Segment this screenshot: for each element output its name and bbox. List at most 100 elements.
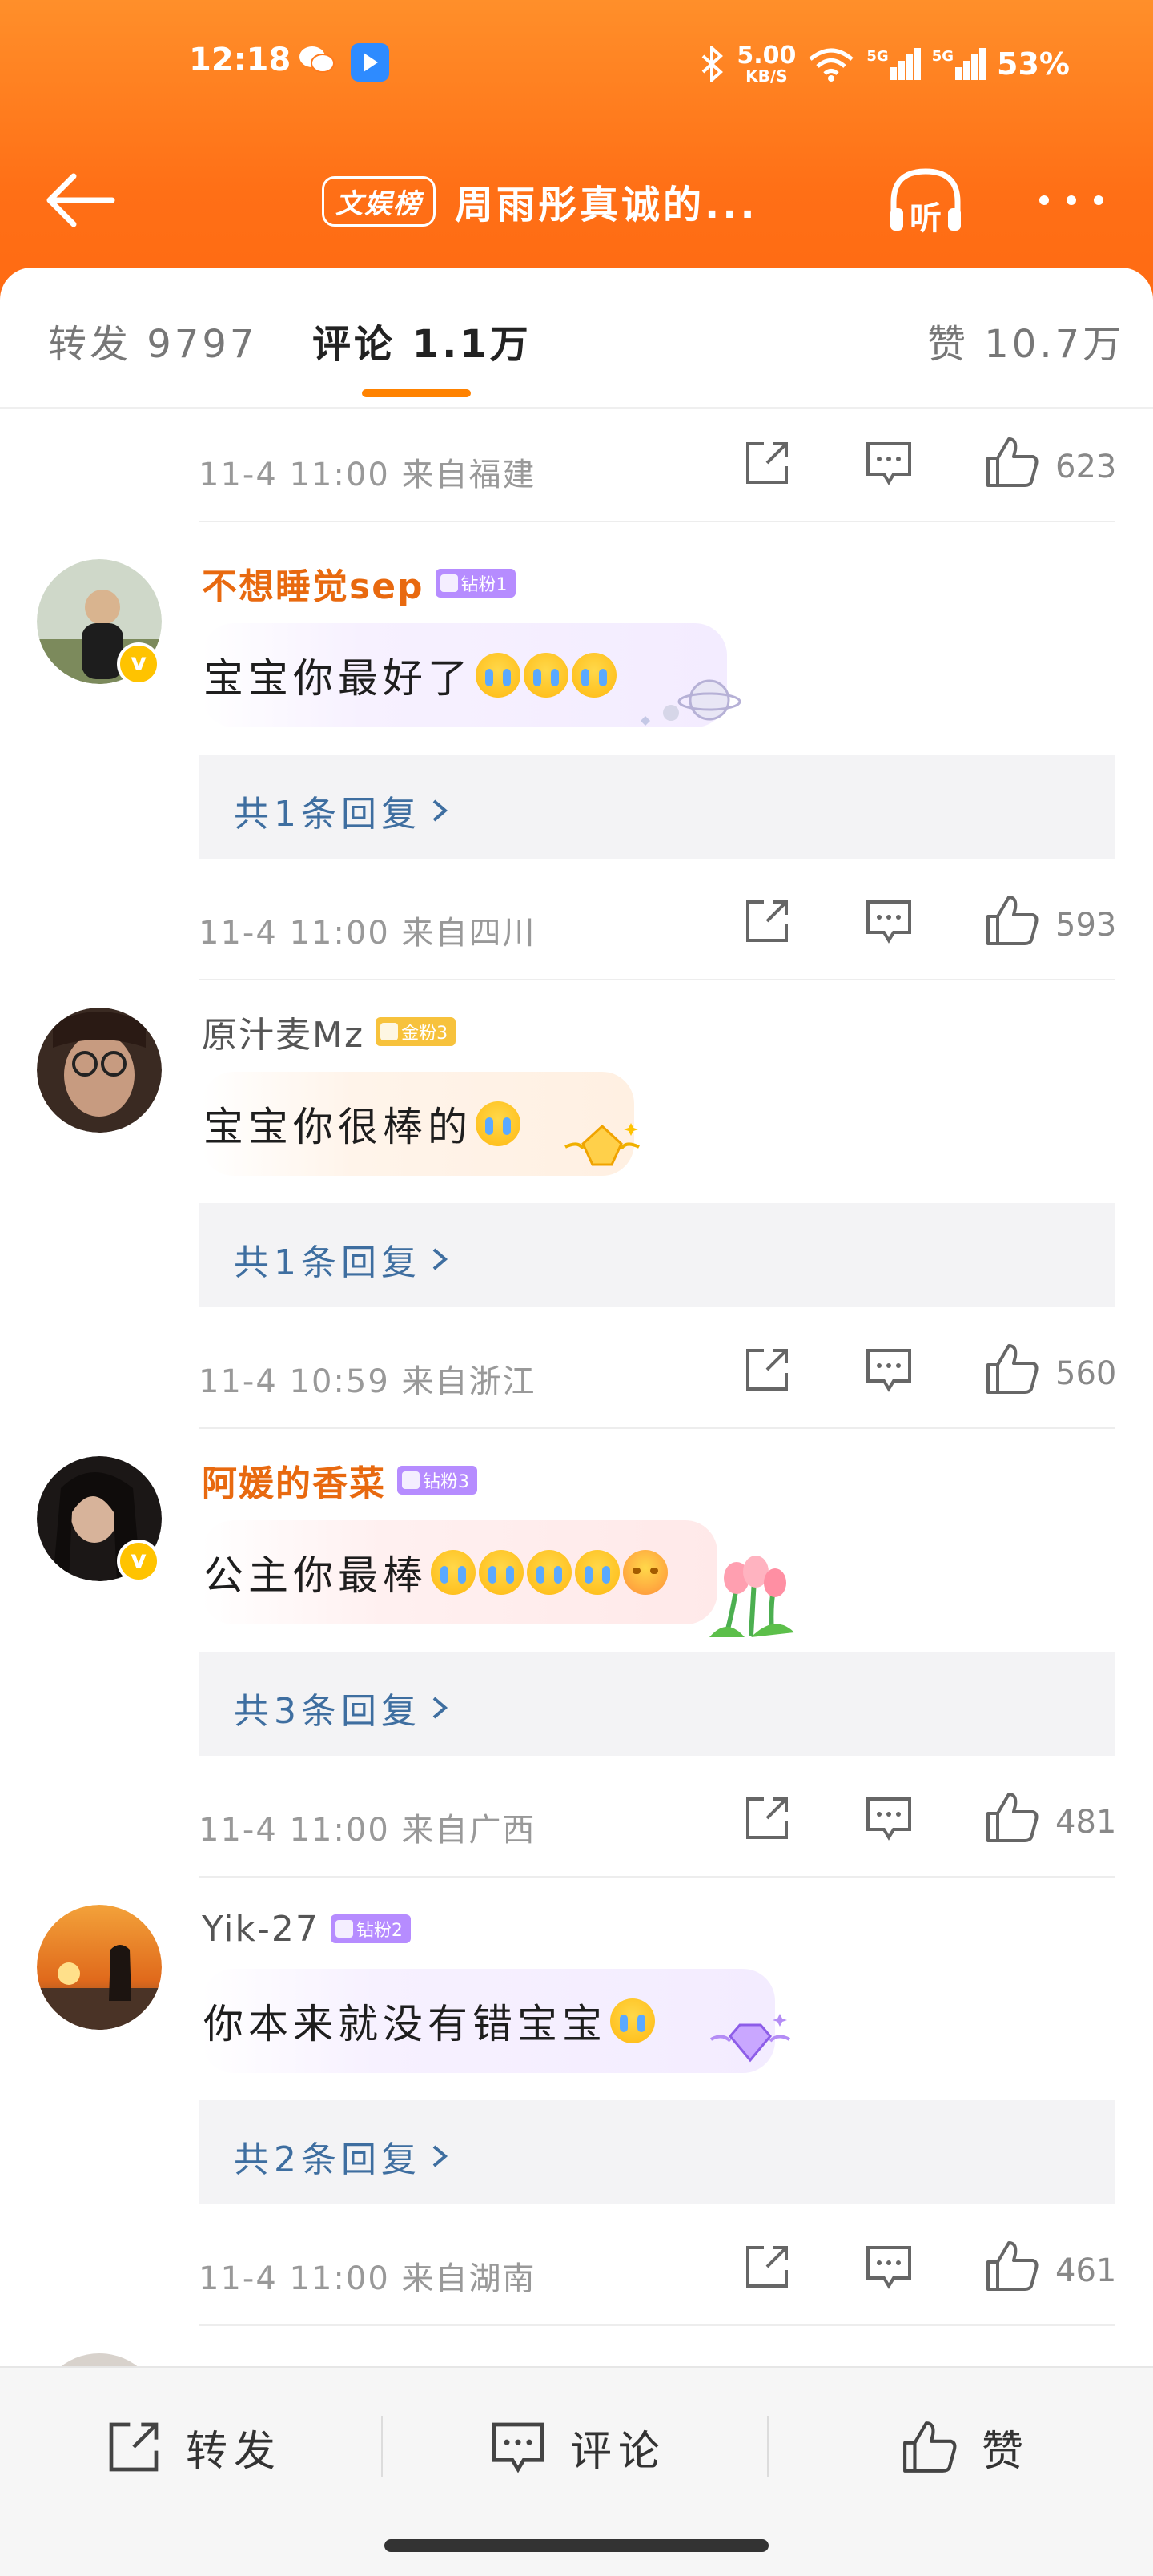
comment-button[interactable]: 评论 [490,2411,666,2483]
comment-action-row: 11-4 10:59 来自浙江 560 [199,1317,1117,1429]
like-count: 461 [1055,2252,1117,2289]
crying-emoji-icon [610,1998,655,2043]
avatar[interactable] [37,2353,162,2366]
nav-bar: 文娱榜 周雨彤真诚的... 听 [0,152,1153,248]
crying-emoji-icon [572,653,617,698]
comment-bubble: 公主你最棒 [202,1520,794,1637]
reply-link[interactable]: 共1条回复 [234,1234,450,1285]
bluetooth-icon [702,46,724,82]
comments-sheet: 转发 9797 评论 1.1万 赞 10.7万 11-4 11:00 来自福建 … [0,268,1153,2366]
avatar[interactable]: v [37,1456,162,1583]
fan-badge: 钻粉2 [330,1914,411,1943]
crying-emoji-icon [431,1550,476,1595]
avatar[interactable] [37,1905,162,2030]
like-icon[interactable] [985,436,1039,489]
tab-repost[interactable]: 转发 9797 [48,312,257,368]
username-row: Yik-27 钻粉2 [202,1905,411,1953]
battery-level: 53% [997,46,1070,82]
comment-action-row: 11-4 11:00 来自广西 481 [199,1765,1117,1878]
fan-badge: 钻粉3 [397,1466,477,1495]
comment-bubble: 宝宝你很棒的 [202,1072,640,1176]
crying-emoji-icon [524,653,568,698]
fan-badge: 钻粉1 [435,569,516,598]
divider [767,2416,769,2477]
crying-emoji-group [610,1998,655,2043]
avatar[interactable]: v [37,559,162,686]
verified-badge-icon: v [117,642,160,686]
gold-gem-decoration-icon [564,1123,640,1166]
ranking-badge[interactable]: 文娱榜 [322,175,436,227]
username-row: 原汁麦Mz 金粉3 [202,1008,456,1056]
reply-link[interactable]: 共1条回复 [234,785,450,836]
net-speed: 5.00 KB/S [737,42,797,86]
reply-summary[interactable]: 共1条回复 [199,1203,1115,1307]
like-icon[interactable] [985,1342,1039,1395]
username[interactable]: 阿媛的香菜 [202,1455,386,1506]
repost-button[interactable]: 转发 [106,2411,282,2483]
reply-summary[interactable]: 共1条回复 [199,755,1115,859]
comment-icon[interactable] [865,2243,913,2291]
listen-button[interactable]: 听 [886,165,966,237]
comment-text: 你本来就没有错宝宝 [203,1992,655,2050]
comment-text: 公主你最棒 [203,1544,668,1601]
comment-icon [492,2422,544,2473]
comment-meta: 11-4 11:00 来自广西 [199,1812,536,1849]
username[interactable]: 原汁麦Mz [202,1006,364,1057]
comment-bubble: 你本来就没有错宝宝 [202,1969,790,2073]
reply-summary[interactable]: 共3条回复 [199,1652,1115,1756]
reply-summary[interactable]: 共2条回复 [199,2100,1115,2204]
back-arrow-icon[interactable] [42,167,119,234]
crying-emoji-icon [476,653,520,698]
nav-title-group[interactable]: 文娱榜 周雨彤真诚的... [322,173,791,229]
listen-label: 听 [910,200,942,237]
username-row: 阿媛的香菜 钻粉3 [202,1456,477,1504]
avatar[interactable] [37,1008,162,1133]
emoji-group [431,1550,668,1595]
home-indicator[interactable] [384,2539,769,2552]
comment-icon[interactable] [865,897,913,945]
crying-emoji-icon [527,1550,572,1595]
comment-icon[interactable] [865,1346,913,1394]
comment-action-row: 11-4 11:00 来自湖南 461 [199,2214,1117,2326]
share-icon[interactable] [743,897,791,945]
username[interactable]: Yik-27 [202,1909,319,1950]
comment-action-row: 11-4 11:00 来自福建 623 [199,410,1117,522]
chevron-right-icon [432,799,448,822]
app-notification-icon [351,43,389,82]
like-button[interactable]: 赞 [902,2411,1030,2483]
comment-icon[interactable] [865,439,913,487]
tab-likes[interactable]: 赞 10.7万 [927,312,1124,368]
like-count: 481 [1055,1804,1117,1841]
comment-meta: 11-4 11:00 来自福建 [199,457,536,493]
crying-emoji-icon [476,1101,520,1146]
status-time: 12:18 [189,42,291,78]
share-icon[interactable] [743,1346,791,1394]
like-icon[interactable] [985,894,1039,947]
share-icon[interactable] [743,1794,791,1842]
comment-icon[interactable] [865,1794,913,1842]
like-count: 593 [1055,907,1117,944]
like-icon[interactable] [985,2240,1039,2292]
like-icon[interactable] [985,1791,1039,1844]
more-icon[interactable] [1034,184,1108,216]
nav-title[interactable]: 周雨彤真诚的... [455,173,791,229]
username[interactable]: 不想睡觉sep [202,557,424,609]
crying-emoji-icon [479,1550,524,1595]
reply-link[interactable]: 共2条回复 [234,2131,450,2182]
tab-comments[interactable]: 评论 1.1万 [312,312,532,368]
like-count: 623 [1055,449,1117,485]
reply-link[interactable]: 共3条回复 [234,1682,450,1733]
chevron-right-icon [432,1248,448,1270]
comment-text: 宝宝你很棒的 [203,1095,520,1153]
purple-gem-decoration-icon [710,2014,790,2063]
signal-icon-1: 5G [866,48,921,80]
like-count: 560 [1055,1355,1117,1392]
share-icon[interactable] [743,439,791,487]
status-right: 5.00 KB/S 5G 5G 53% [698,40,1070,88]
chevron-right-icon [432,1697,448,1719]
share-icon[interactable] [743,2243,791,2291]
status-bar: 12:18 5.00 KB/S 5G 5G 53% [0,0,1153,128]
share-icon [109,2422,159,2472]
comment-action-row: 11-4 11:00 来自四川 593 [199,868,1117,980]
tab-indicator [362,389,471,397]
